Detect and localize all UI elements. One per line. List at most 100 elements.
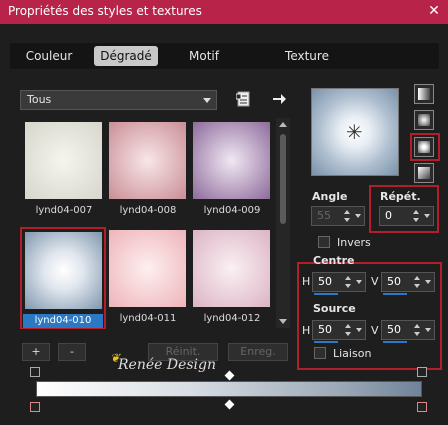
thumbnail-lynd04-009[interactable]: lynd04-009 xyxy=(190,119,272,224)
slider-fill xyxy=(314,341,338,343)
gradient-swatch xyxy=(193,122,270,199)
gradient-grid: lynd04-007 lynd04-008 lynd04-009 lynd04-… xyxy=(20,117,274,329)
gradient-swatch xyxy=(193,230,270,307)
invert-label: Invers xyxy=(337,236,371,249)
crosshair-icon: ✳ xyxy=(346,120,363,144)
foreground-color-marker[interactable] xyxy=(30,367,40,377)
link-checkbox[interactable] xyxy=(314,347,326,359)
thumbnail-label: lynd04-007 xyxy=(35,205,93,216)
repeat-field[interactable]: 0 xyxy=(379,206,434,226)
add-button[interactable]: + xyxy=(22,343,50,361)
grid-scrollbar[interactable] xyxy=(276,118,290,328)
sunburst-gradient-icon xyxy=(418,141,430,153)
link-label: Liaison xyxy=(333,347,372,360)
chevron-down-icon[interactable] xyxy=(355,214,361,218)
spin-down-icon[interactable] xyxy=(414,332,420,336)
tab-motif[interactable]: Motif xyxy=(176,46,232,66)
thumbnail-label: lynd04-012 xyxy=(203,313,261,324)
thumbnail-lynd04-008[interactable]: lynd04-008 xyxy=(106,119,188,224)
linear-style-button[interactable] xyxy=(414,84,434,104)
slider-fill xyxy=(383,293,407,295)
left-color-stop[interactable] xyxy=(30,402,40,412)
spin-down-icon[interactable] xyxy=(413,218,419,222)
thumbnail-lynd04-010[interactable]: lynd04-010 xyxy=(20,227,106,329)
rectangular-gradient-icon xyxy=(418,114,430,126)
right-color-stop[interactable] xyxy=(417,402,427,412)
save-button[interactable]: Enreg. xyxy=(228,343,288,361)
window-title: Propriétés des styles et textures xyxy=(8,4,202,18)
chevron-down-icon[interactable] xyxy=(356,280,362,284)
background-color-marker[interactable] xyxy=(417,367,427,377)
source-h-label: H xyxy=(302,324,311,337)
thumbnail-label: lynd04-011 xyxy=(119,313,177,324)
chevron-down-icon[interactable] xyxy=(425,280,431,284)
angle-value: 55 xyxy=(317,209,331,222)
radial-style-button[interactable] xyxy=(414,163,434,183)
scroll-thumb[interactable] xyxy=(280,134,286,224)
center-v-label: V xyxy=(371,275,379,288)
slider-fill xyxy=(314,293,338,295)
repeat-value: 0 xyxy=(385,209,392,222)
scroll-down-icon[interactable] xyxy=(279,319,287,324)
gradient-swatch xyxy=(25,232,102,309)
angle-field[interactable]: 55 xyxy=(311,206,365,226)
spin-up-icon[interactable] xyxy=(344,210,350,214)
center-h-label: H xyxy=(302,275,311,288)
center-h-value: 50 xyxy=(318,275,332,288)
spin-up-icon[interactable] xyxy=(345,276,351,280)
angle-label: Angle xyxy=(312,190,348,203)
spin-up-icon[interactable] xyxy=(413,210,419,214)
close-icon[interactable]: ✕ xyxy=(426,3,442,19)
watermark-text: Renée Design xyxy=(118,357,217,373)
source-h-field[interactable]: 50 xyxy=(312,320,366,343)
gradient-swatch xyxy=(25,122,102,199)
chevron-down-icon[interactable] xyxy=(425,328,431,332)
midpoint-diamond-bottom[interactable] xyxy=(224,399,235,410)
remove-button[interactable]: - xyxy=(58,343,86,361)
gradient-swatch xyxy=(109,230,186,307)
spin-down-icon[interactable] xyxy=(344,218,350,222)
center-h-field[interactable]: 50 xyxy=(312,272,366,295)
thumbnail-lynd04-012[interactable]: lynd04-012 xyxy=(190,227,272,329)
center-v-value: 50 xyxy=(387,275,401,288)
sunburst-style-button[interactable] xyxy=(414,137,434,157)
linear-gradient-icon xyxy=(418,88,430,100)
thumbnail-label: lynd04-008 xyxy=(119,205,177,216)
category-dropdown-value: Tous xyxy=(27,93,52,106)
gradient-swatch xyxy=(109,122,186,199)
gradient-bar[interactable] xyxy=(36,381,422,397)
tab-couleur[interactable]: Couleur xyxy=(20,46,78,66)
invert-checkbox[interactable] xyxy=(318,236,330,248)
chevron-down-icon[interactable] xyxy=(356,328,362,332)
tab-degrade[interactable]: Dégradé xyxy=(94,46,158,66)
midpoint-diamond-top[interactable] xyxy=(224,370,235,381)
butterfly-icon: ❦ xyxy=(110,351,121,365)
source-v-field[interactable]: 50 xyxy=(381,320,435,343)
spin-down-icon[interactable] xyxy=(345,284,351,288)
category-dropdown[interactable]: Tous xyxy=(20,90,217,110)
scroll-up-icon[interactable] xyxy=(279,122,287,127)
source-h-value: 50 xyxy=(318,323,332,336)
thumbnail-lynd04-011[interactable]: lynd04-011 xyxy=(106,227,188,329)
source-v-label: V xyxy=(371,324,379,337)
list-icon[interactable] xyxy=(235,91,252,107)
radial-gradient-icon xyxy=(418,167,430,179)
thumbnail-label: lynd04-009 xyxy=(203,205,261,216)
slider-fill xyxy=(383,341,407,343)
spin-up-icon[interactable] xyxy=(414,324,420,328)
arrow-right-icon[interactable] xyxy=(271,91,287,107)
spin-down-icon[interactable] xyxy=(345,332,351,336)
thumbnail-label: lynd04-010 xyxy=(23,314,103,328)
spin-up-icon[interactable] xyxy=(345,324,351,328)
title-bar: Propriétés des styles et textures ✕ xyxy=(0,0,448,24)
repeat-label: Répét. xyxy=(380,190,421,203)
watermark-logo: ❦ Renée Design xyxy=(110,351,217,373)
gradient-preview[interactable]: ✳ xyxy=(311,88,399,176)
chevron-down-icon[interactable] xyxy=(424,214,430,218)
spin-up-icon[interactable] xyxy=(414,276,420,280)
spin-down-icon[interactable] xyxy=(414,284,420,288)
center-v-field[interactable]: 50 xyxy=(381,272,435,295)
rectangular-style-button[interactable] xyxy=(414,110,434,130)
thumbnail-lynd04-007[interactable]: lynd04-007 xyxy=(22,119,104,224)
tab-texture[interactable]: Texture xyxy=(274,46,340,66)
